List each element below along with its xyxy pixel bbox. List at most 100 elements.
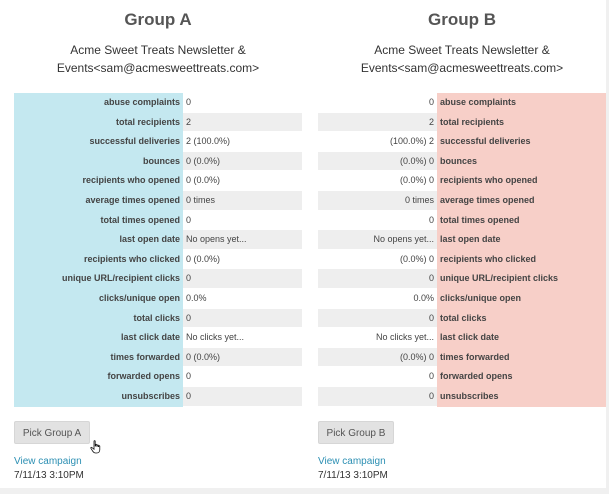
stat-label: abuse complaints <box>437 93 606 113</box>
stat-value: 0.0% <box>318 288 437 309</box>
stat-value: No clicks yet... <box>318 328 437 348</box>
group-a-view-campaign-link[interactable]: View campaign <box>14 456 82 467</box>
stat-value: 2 <box>318 112 437 133</box>
stat-value: 2 (100.0%) <box>183 132 302 152</box>
stat-value: 0 times <box>183 190 302 211</box>
stat-label: average times opened <box>14 190 183 211</box>
stat-value: 0 <box>318 386 437 407</box>
stat-row: last click date No clicks yet... <box>318 328 606 348</box>
group-a-title: Group A <box>124 10 192 29</box>
hand-cursor-icon <box>90 440 101 454</box>
stat-value: (0.0%) 0 <box>318 347 437 368</box>
stat-row: times forwarded 0 (0.0%) <box>14 347 302 368</box>
stat-row: bounces (0.0%) 0 <box>318 151 606 172</box>
stat-value: (0.0%) 0 <box>318 151 437 172</box>
stat-value: 0.0% <box>183 288 302 309</box>
group-b-from: Acme Sweet Treats Newsletter & Events<sa… <box>318 41 606 77</box>
stat-label: last open date <box>14 230 183 250</box>
stat-row: total clicks 0 <box>318 308 606 329</box>
stat-label: average times opened <box>437 190 606 211</box>
group-b-title: Group B <box>428 10 496 29</box>
stat-row: recipients who opened 0 (0.0%) <box>14 171 302 191</box>
stat-value: 0 <box>183 93 302 113</box>
stat-value: 0 <box>183 269 302 289</box>
stat-value: 0 <box>318 269 437 289</box>
stat-row: abuse complaints 0 <box>14 93 302 113</box>
stat-row: recipients who clicked 0 (0.0%) <box>14 249 302 270</box>
group-b-date: 7/11/13 3:10PM <box>318 470 388 481</box>
stat-value: 2 <box>183 112 302 133</box>
stat-row: bounces 0 (0.0%) <box>14 151 302 172</box>
stat-value: 0 times <box>318 190 437 211</box>
stat-row: total recipients 2 <box>318 112 606 133</box>
stat-value: 0 (0.0%) <box>183 347 302 368</box>
stat-row: last open date No opens yet... <box>318 230 606 250</box>
stat-row: successful deliveries (100.0%) 2 <box>318 132 606 152</box>
stat-row: times forwarded (0.0%) 0 <box>318 347 606 368</box>
stat-label: unsubscribes <box>14 386 183 407</box>
stat-row: average times opened 0 times <box>14 190 302 211</box>
stat-label: unsubscribes <box>437 386 606 407</box>
group-a-from-line1: Acme Sweet Treats Newsletter & <box>70 43 246 57</box>
stat-row: last click date No clicks yet... <box>14 328 302 348</box>
stat-row: average times opened 0 times <box>318 190 606 211</box>
stat-label: recipients who clicked <box>14 249 183 270</box>
group-b-stats-table: abuse complaints 0 total recipients 2 succes… <box>318 93 606 407</box>
stat-row: unique URL/recipient clicks 0 <box>14 269 302 289</box>
stat-label: forwarded opens <box>437 367 606 387</box>
stat-label: recipients who clicked <box>437 249 606 270</box>
stat-label: recipients who opened <box>437 171 606 191</box>
stat-label: bounces <box>14 151 183 172</box>
stat-row: recipients who opened (0.0%) 0 <box>318 171 606 191</box>
stat-row: forwarded opens 0 <box>14 367 302 387</box>
stat-row: total recipients 2 <box>14 112 302 133</box>
stat-label: times forwarded <box>437 347 606 368</box>
stat-row: last open date No opens yet... <box>14 230 302 250</box>
stat-value: 0 <box>318 367 437 387</box>
stat-label: unique URL/recipient clicks <box>437 269 606 289</box>
stat-value: 0 <box>318 93 437 113</box>
group-b-view-campaign-link[interactable]: View campaign <box>318 456 386 467</box>
stat-row: successful deliveries 2 (100.0%) <box>14 132 302 152</box>
stat-value: 0 (0.0%) <box>183 171 302 191</box>
stat-row: total times opened 0 <box>318 210 606 231</box>
stat-value: No opens yet... <box>318 230 437 250</box>
stat-label: unique URL/recipient clicks <box>14 269 183 289</box>
stat-label: total times opened <box>14 210 183 231</box>
stat-label: total clicks <box>437 308 606 329</box>
group-a-date: 7/11/13 3:10PM <box>14 470 84 481</box>
stat-value: 0 <box>183 210 302 231</box>
stat-value: 0 <box>183 308 302 329</box>
stat-label: total clicks <box>14 308 183 329</box>
stat-value: 0 (0.0%) <box>183 249 302 270</box>
stat-row: clicks/unique open 0.0% <box>318 288 606 309</box>
stat-row: total times opened 0 <box>14 210 302 231</box>
stat-row: total clicks 0 <box>14 308 302 329</box>
stat-label: total recipients <box>437 112 606 133</box>
pick-group-a-button[interactable]: Pick Group A <box>14 421 90 444</box>
stat-label: last click date <box>14 328 183 348</box>
stat-label: total recipients <box>14 112 183 133</box>
stat-row: recipients who clicked (0.0%) 0 <box>318 249 606 270</box>
stat-label: clicks/unique open <box>14 288 183 309</box>
stat-label: clicks/unique open <box>437 288 606 309</box>
stat-value: No opens yet... <box>183 230 302 250</box>
stat-value: (100.0%) 2 <box>318 132 437 152</box>
stat-label: abuse complaints <box>14 93 183 113</box>
stat-row: unsubscribes 0 <box>14 386 302 407</box>
stat-value: (0.0%) 0 <box>318 171 437 191</box>
stat-label: last click date <box>437 328 606 348</box>
group-a-from-line2: Events<sam@acmesweettreats.com> <box>56 61 260 75</box>
stat-label: recipients who opened <box>14 171 183 191</box>
pick-group-b-button[interactable]: Pick Group B <box>318 421 394 444</box>
stat-value: 0 <box>183 386 302 407</box>
stat-label: successful deliveries <box>14 132 183 152</box>
stat-label: forwarded opens <box>14 367 183 387</box>
group-b-from-line1: Acme Sweet Treats Newsletter & <box>374 43 550 57</box>
stat-value: 0 <box>183 367 302 387</box>
stat-label: times forwarded <box>14 347 183 368</box>
stat-label: bounces <box>437 151 606 172</box>
ab-comparison-panel: Group A Acme Sweet Treats Newsletter & E… <box>0 0 606 488</box>
stat-value: 0 (0.0%) <box>183 151 302 172</box>
stat-value: (0.0%) 0 <box>318 249 437 270</box>
